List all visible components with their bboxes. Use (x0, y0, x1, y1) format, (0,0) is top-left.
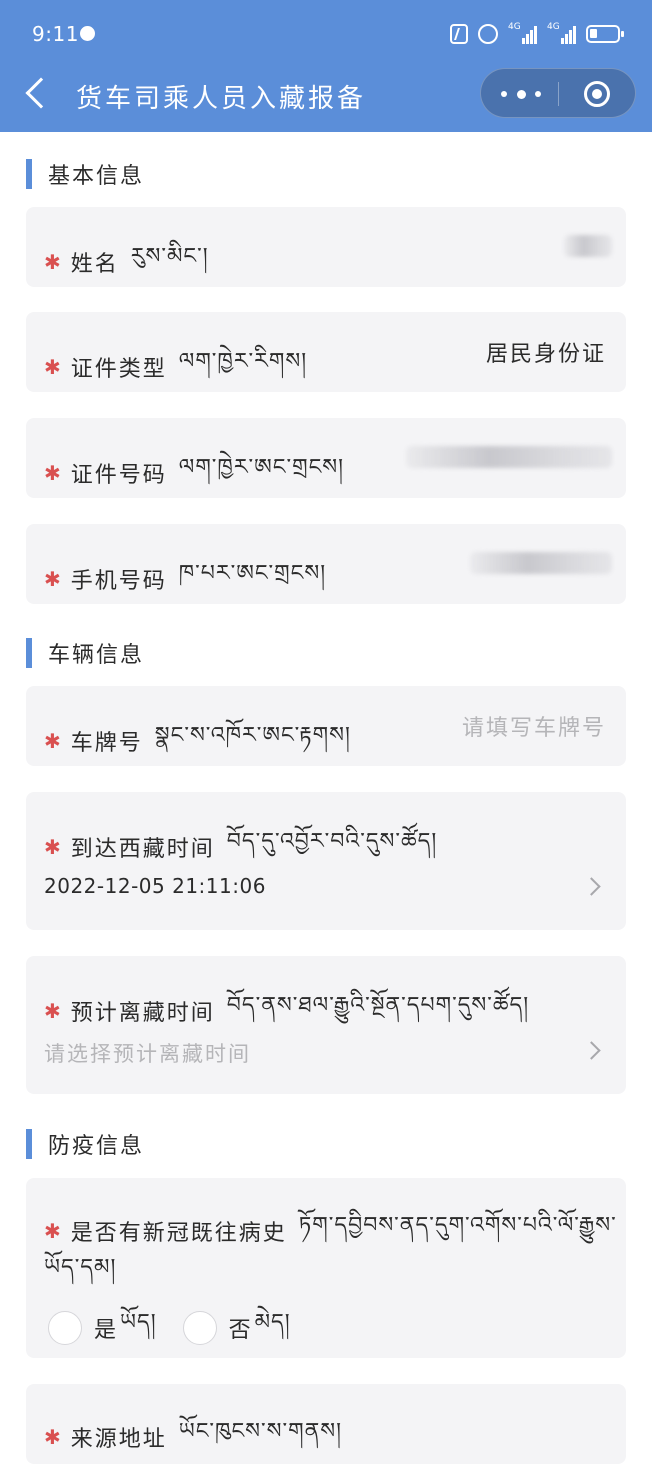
phone-value-redacted[interactable] (470, 552, 612, 574)
chevron-right-icon[interactable] (582, 1041, 601, 1060)
field-label-tibetan-cont: ཡོད་དམ། (44, 1255, 117, 1280)
page-title: 货车司乘人员入藏报备 (76, 84, 367, 114)
field-label-tibetan: བོད་ནས་ཐལ་རྒྱུའི་སྔོན་དཔག་དུས་ཚོད། (226, 993, 530, 1018)
capsule-divider (558, 82, 559, 106)
mini-program-capsule (480, 68, 636, 118)
departure-time-picker[interactable]: 请选择预计离藏时间 (44, 1038, 251, 1068)
chevron-right-icon[interactable] (582, 877, 601, 896)
required-icon: ✱ (44, 1425, 63, 1449)
section-vehicle-info: 车辆信息 (26, 637, 144, 669)
field-label: 来源地址 (70, 1427, 167, 1452)
signal-icon-2: 4G (547, 22, 576, 44)
field-label: 预计离藏时间 (70, 1001, 215, 1026)
status-time: 9:11 (32, 22, 79, 46)
field-departure-time[interactable]: ✱ 预计离藏时间 བོད་ནས་ཐལ་རྒྱུའི་སྔོན་དཔག་དུས་ཚ… (26, 956, 626, 1094)
required-icon: ✱ (44, 461, 63, 485)
section-title: 防疫信息 (48, 1134, 145, 1159)
field-label-tibetan: ཡོང་ཁུངས་ས་གནས། (178, 1419, 342, 1444)
field-label: 到达西藏时间 (70, 837, 215, 862)
plate-input[interactable]: 请填写车牌号 (462, 710, 606, 742)
name-value-redacted[interactable] (564, 235, 612, 257)
close-miniprogram-icon[interactable] (584, 81, 610, 107)
required-icon: ✱ (44, 835, 63, 859)
field-label: 姓名 (70, 252, 119, 277)
field-phone[interactable]: ✱ 手机号码 ཁ་པར་ཨང་གྲངས། (26, 524, 626, 604)
status-bar: 9:11 4G 4G (0, 0, 652, 68)
required-icon: ✱ (44, 355, 63, 379)
radio-circle[interactable] (48, 1311, 82, 1345)
radio-option-yes[interactable]: 是 ཡོད། (48, 1297, 157, 1359)
header: 9:11 4G 4G 货车司乘人员入藏报备 (0, 0, 652, 132)
field-label-tibetan: རུས་མིང་། (130, 244, 209, 269)
field-label-tibetan: ལག་ཁྱེར་ཨང་གྲངས། (178, 455, 344, 480)
more-icon[interactable] (501, 89, 541, 99)
field-arrival-time[interactable]: ✱ 到达西藏时间 བོད་དུ་འབྱོར་བའི་དུས་ཚོད། 2022-… (26, 792, 626, 930)
radio-option-no[interactable]: 否 མེད། (182, 1297, 291, 1359)
required-icon: ✱ (44, 1219, 63, 1243)
field-id-type[interactable]: ✱ 证件类型 ལག་ཁྱེར་རིགས། 居民身份证 (26, 312, 626, 392)
signal-icon-1: 4G (508, 22, 537, 44)
field-label: 证件号码 (70, 463, 167, 488)
status-icons: 4G 4G (450, 20, 624, 48)
id-type-value[interactable]: 居民身份证 (486, 336, 606, 368)
battery-icon (586, 25, 624, 43)
required-icon: ✱ (44, 729, 63, 753)
field-covid-history: ✱ 是否有新冠既往病史 ཏོག་དབྱིབས་ནད་དུག་འགོས་པའི་ལ… (26, 1178, 626, 1358)
field-label: 证件类型 (70, 357, 167, 382)
field-label: 手机号码 (70, 569, 167, 594)
audio-indicator-icon (80, 26, 95, 41)
field-origin-address[interactable]: ✱ 来源地址 ཡོང་ཁུངས་ས་གནས། (26, 1384, 626, 1464)
field-label-tibetan: ཏོག་དབྱིབས་ནད་དུག་འགོས་པའི་ལོ་རྒྱུས་ (298, 1213, 617, 1238)
section-accent-bar (26, 1129, 32, 1159)
section-title: 基本信息 (48, 164, 145, 189)
section-epidemic-info: 防疫信息 (26, 1128, 144, 1160)
section-accent-bar (26, 159, 32, 189)
covid-history-radio-group: 是 ཡོད། 否 མེད། (48, 1297, 317, 1359)
section-basic-info: 基本信息 (26, 158, 144, 190)
required-icon: ✱ (44, 250, 63, 274)
id-number-value-redacted[interactable] (406, 446, 612, 468)
field-label: 车牌号 (70, 731, 143, 756)
nav-bar: 货车司乘人员入藏报备 (0, 68, 652, 124)
field-label-tibetan: ཁ་པར་ཨང་གྲངས། (178, 561, 327, 586)
field-label-tibetan: བོད་དུ་འབྱོར་བའི་དུས་ཚོད། (226, 829, 438, 854)
field-id-number[interactable]: ✱ 证件号码 ལག་ཁྱེར་ཨང་གྲངས། (26, 418, 626, 498)
arrival-time-value[interactable]: 2022-12-05 21:11:06 (44, 874, 266, 898)
back-icon[interactable] (25, 77, 57, 109)
field-name[interactable]: ✱ 姓名 རུས་མིང་། (26, 207, 626, 287)
nfc-icon (450, 24, 468, 44)
required-icon: ✱ (44, 567, 63, 591)
radio-circle[interactable] (182, 1311, 217, 1345)
field-label-tibetan: ལག་ཁྱེར་རིགས། (178, 349, 308, 374)
section-accent-bar (26, 638, 32, 668)
alarm-icon (478, 24, 498, 44)
section-title: 车辆信息 (48, 643, 145, 668)
required-icon: ✱ (44, 999, 63, 1023)
field-plate[interactable]: ✱ 车牌号 སྣང་ས་འཁོར་ཨང་རྟགས། 请填写车牌号 (26, 686, 626, 766)
field-label-tibetan: སྣང་ས་འཁོར་ཨང་རྟགས། (154, 723, 351, 748)
